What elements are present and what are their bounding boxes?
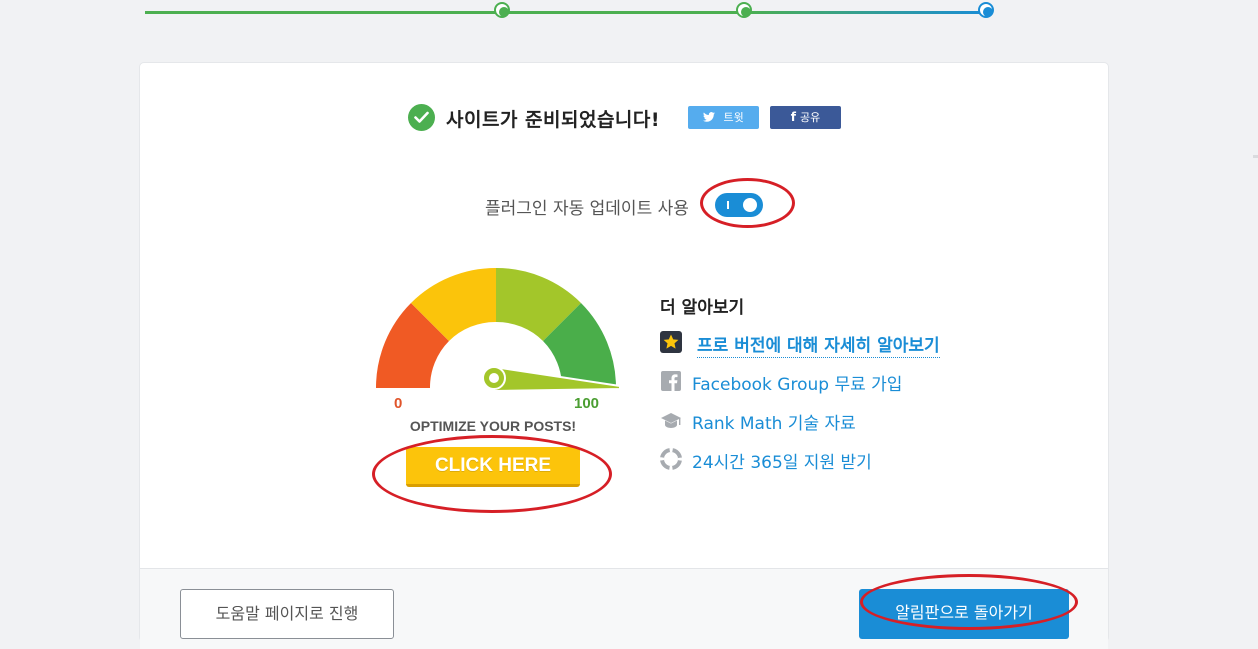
- lifebuoy-icon: [660, 448, 682, 470]
- step-dot-1: [494, 2, 510, 18]
- gauge-needle-hub-dot: [489, 373, 499, 383]
- page-title: 사이트가 준비되었습니다!: [446, 109, 661, 131]
- tweet-button[interactable]: 트윗: [688, 106, 759, 129]
- score-gauge-graphic[interactable]: [372, 268, 622, 393]
- learn-item-label[interactable]: Facebook Group 무료 가입: [692, 370, 902, 395]
- star-icon: [660, 331, 682, 353]
- twitter-icon: [703, 110, 719, 124]
- tweet-label: 트윗: [723, 111, 744, 124]
- return-to-dashboard-button[interactable]: 알림판으로 돌아가기: [859, 589, 1069, 639]
- gauge-max-label: 100: [574, 395, 600, 412]
- setup-complete-card: 사이트가 준비되었습니다! 트윗 f 공유 플러그인 자동 업데이트 사용 0 1…: [139, 62, 1109, 649]
- toggle-on-mark: [727, 201, 729, 209]
- gauge-min-label: 0: [394, 395, 403, 412]
- learn-item-label[interactable]: Rank Math 기술 자료: [692, 409, 856, 434]
- learn-item-label[interactable]: 24시간 365일 지원 받기: [692, 448, 872, 473]
- step-dot-2: [736, 2, 752, 18]
- learn-more-title: 더 알아보기: [660, 298, 745, 318]
- facebook-icon: f: [790, 110, 796, 124]
- ready-heading-row: 사이트가 준비되었습니다! 트윗 f 공유: [140, 103, 1108, 133]
- step-line-1: [145, 11, 503, 14]
- step-dot-3-active: [978, 2, 994, 18]
- facebook-icon: [660, 370, 682, 392]
- scrollbar-hint: [1253, 155, 1258, 158]
- learn-item-label[interactable]: 프로 버전에 대해 자세히 알아보기: [697, 331, 940, 358]
- check-circle-icon: [408, 104, 435, 131]
- card-footer: 도움말 페이지로 진행 알림판으로 돌아가기: [140, 568, 1108, 649]
- auto-update-toggle[interactable]: [715, 193, 763, 217]
- help-page-button[interactable]: 도움말 페이지로 진행: [180, 589, 394, 639]
- progress-stepper: [0, 0, 1258, 30]
- click-here-button[interactable]: CLICK HERE: [406, 447, 580, 487]
- auto-update-label: 플러그인 자동 업데이트 사용: [485, 199, 689, 219]
- step-line-3: [745, 11, 987, 14]
- toggle-knob: [743, 198, 757, 212]
- graduation-cap-icon: [660, 409, 682, 431]
- share-label: 공유: [799, 111, 821, 124]
- auto-update-row: 플러그인 자동 업데이트 사용: [140, 191, 1108, 221]
- step-line-2: [503, 11, 745, 14]
- promo-caption: OPTIMIZE YOUR POSTS!: [409, 418, 577, 434]
- share-button[interactable]: f 공유: [770, 106, 841, 129]
